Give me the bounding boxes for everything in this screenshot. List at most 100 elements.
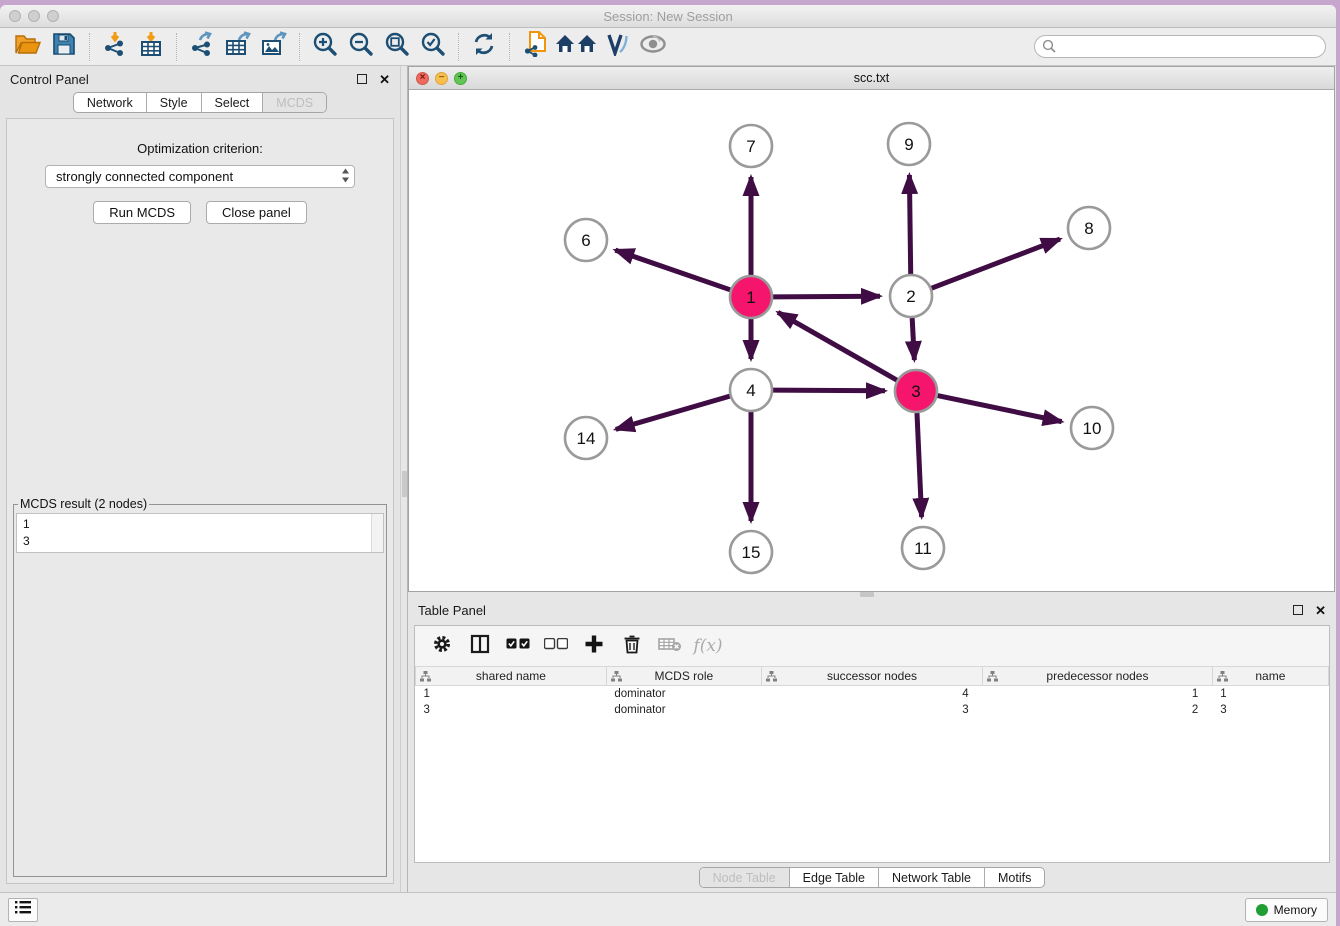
close-panel-icon[interactable]: ✕: [379, 73, 390, 86]
mcds-result-box: 13: [16, 513, 384, 553]
zoom-in-icon: [312, 31, 338, 62]
edge-2-9[interactable]: [909, 175, 910, 274]
column-header-shared-name[interactable]: shared name: [416, 667, 607, 686]
clone-network-button[interactable]: [517, 31, 553, 63]
table-cell[interactable]: dominator: [606, 702, 761, 718]
criterion-dropdown[interactable]: strongly connected component: [45, 165, 355, 188]
style-brush-button[interactable]: [599, 31, 635, 63]
columns-icon: [470, 634, 490, 659]
table-cell[interactable]: 1: [983, 686, 1213, 702]
graph-node-label: 4: [746, 381, 755, 400]
node-table: shared nameMCDS rolesuccessor nodesprede…: [415, 666, 1329, 718]
save-session-button[interactable]: [46, 31, 82, 63]
edge-2-3[interactable]: [912, 318, 914, 360]
import-network-icon: [103, 31, 127, 62]
edge-2-8[interactable]: [932, 239, 1060, 288]
tab-mcds[interactable]: MCDS: [262, 93, 326, 112]
table-settings-button[interactable]: [425, 631, 459, 661]
graph-node-label: 9: [904, 135, 913, 154]
edge-3-11[interactable]: [917, 413, 922, 517]
zoom-selected-button[interactable]: [415, 31, 451, 63]
add-column-button[interactable]: [577, 631, 611, 661]
table-cell[interactable]: 3: [761, 702, 982, 718]
column-header-name[interactable]: name: [1212, 667, 1328, 686]
table-cell[interactable]: 3: [1212, 702, 1328, 718]
import-table-button[interactable]: [133, 31, 169, 63]
table-cell[interactable]: 2: [983, 702, 1213, 718]
table-tab-edge-table[interactable]: Edge Table: [789, 868, 878, 887]
mcds-result-scrollbar[interactable]: [371, 514, 383, 552]
function-builder-button[interactable]: f(x): [691, 631, 725, 661]
close-table-panel-icon[interactable]: ✕: [1315, 604, 1326, 617]
float-table-panel-icon[interactable]: [1293, 605, 1303, 615]
zoom-out-button[interactable]: [343, 31, 379, 63]
zoom-out-icon: [348, 31, 374, 62]
close-panel-button[interactable]: Close panel: [206, 201, 307, 224]
table-tab-node-table[interactable]: Node Table: [700, 868, 789, 887]
zoom-in-button[interactable]: [307, 31, 343, 63]
column-header-predecessor-nodes[interactable]: predecessor nodes: [983, 667, 1213, 686]
toolbar-separator: [299, 33, 300, 61]
select-all-button[interactable]: [501, 631, 535, 661]
show-hide-button[interactable]: [635, 31, 671, 63]
table-tab-network-table[interactable]: Network Table: [878, 868, 984, 887]
export-network-icon: [190, 31, 214, 62]
search-input[interactable]: [1034, 35, 1326, 58]
network-graph: 7968124314101511: [409, 90, 1334, 590]
splitter-grip[interactable]: [402, 471, 407, 497]
table-tab-motifs[interactable]: Motifs: [984, 868, 1044, 887]
delete-column-button[interactable]: [615, 631, 649, 661]
column-flow-icon: [766, 671, 777, 685]
tab-select[interactable]: Select: [201, 93, 263, 112]
import-network-button[interactable]: [97, 31, 133, 63]
edge-4-3[interactable]: [773, 390, 885, 391]
export-table-button[interactable]: [220, 31, 256, 63]
table-header-row: shared nameMCDS rolesuccessor nodesprede…: [416, 667, 1329, 686]
horizontal-splitter-grip[interactable]: [860, 592, 874, 597]
table-cell[interactable]: dominator: [606, 686, 761, 702]
network-canvas[interactable]: 7968124314101511: [409, 90, 1334, 591]
table-toolbar: f(x): [415, 626, 1329, 666]
edge-4-14[interactable]: [616, 396, 730, 429]
task-history-button[interactable]: [8, 898, 38, 922]
zoom-selected-icon: [420, 31, 446, 62]
deselect-all-button[interactable]: [539, 631, 573, 661]
tab-network[interactable]: Network: [74, 93, 146, 112]
delete-table-button[interactable]: [653, 631, 687, 661]
network-titlebar[interactable]: × − + scc.txt: [409, 67, 1334, 90]
dropdown-stepper-icon: [341, 168, 350, 186]
export-image-button[interactable]: [256, 31, 292, 63]
horizontal-splitter[interactable]: [408, 592, 1336, 597]
gear-icon: [432, 634, 452, 659]
task-list-icon: [15, 901, 31, 919]
edge-3-10[interactable]: [938, 396, 1062, 422]
edge-3-1[interactable]: [778, 312, 897, 380]
show-columns-button[interactable]: [463, 631, 497, 661]
edge-1-6[interactable]: [615, 250, 730, 290]
column-header-successor-nodes[interactable]: successor nodes: [761, 667, 982, 686]
run-mcds-button[interactable]: Run MCDS: [93, 201, 191, 224]
edge-1-2[interactable]: [773, 296, 880, 297]
table-cell[interactable]: 1: [1212, 686, 1328, 702]
apply-layout-button[interactable]: [466, 31, 502, 63]
export-image-icon: [261, 31, 287, 62]
network-title: scc.txt: [409, 71, 1334, 85]
vertical-splitter[interactable]: [400, 66, 408, 892]
table-cell[interactable]: 1: [416, 686, 607, 702]
tab-style[interactable]: Style: [146, 93, 201, 112]
ndex-home-button[interactable]: [553, 31, 599, 63]
status-bar: Memory: [0, 892, 1336, 926]
table-row[interactable]: 3dominator323: [416, 702, 1329, 718]
memory-button[interactable]: Memory: [1245, 898, 1328, 922]
zoom-fit-button[interactable]: [379, 31, 415, 63]
table-cell[interactable]: 4: [761, 686, 982, 702]
export-network-button[interactable]: [184, 31, 220, 63]
table-row[interactable]: 1dominator411: [416, 686, 1329, 702]
column-header-MCDS-role[interactable]: MCDS role: [606, 667, 761, 686]
table-cell[interactable]: 3: [416, 702, 607, 718]
table-tabs-row: Node TableEdge TableNetwork TableMotifs: [408, 863, 1336, 892]
open-session-button[interactable]: [10, 31, 46, 63]
table-tabs: Node TableEdge TableNetwork TableMotifs: [699, 867, 1046, 888]
window-titlebar[interactable]: Session: New Session: [0, 5, 1336, 28]
float-panel-icon[interactable]: [357, 74, 367, 84]
